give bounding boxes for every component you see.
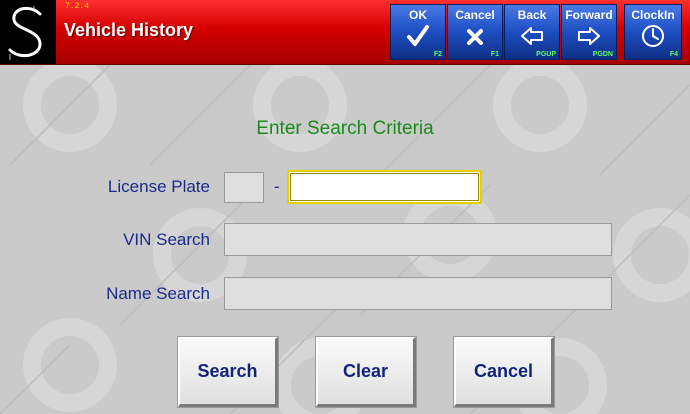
name-search-label: Name Search [106,284,210,303]
cancel-label: Cancel [455,8,495,22]
clear-button[interactable]: Clear [316,337,416,407]
x-icon [448,23,502,49]
clockin-label: ClockIn [631,8,675,22]
forward-button[interactable]: Forward PGDN [561,4,617,60]
license-plate-input[interactable] [287,170,482,204]
vin-search-label: VIN Search [123,230,210,249]
back-button[interactable]: Back PGUP [504,4,560,60]
search-panel: Enter Search Criteria License Plate - VI… [0,65,690,414]
cancel-hotkey: F1 [490,51,499,58]
name-search-input[interactable] [224,277,612,310]
cancel-button[interactable]: Cancel [454,337,554,407]
forward-hotkey: PGDN [592,51,613,58]
forward-label: Forward [565,8,613,22]
app-logo [0,0,56,64]
license-plate-state-field[interactable] [224,172,264,203]
clockin-button[interactable]: ClockIn F4 [624,4,682,60]
clock-icon [625,23,681,49]
right-arrow-icon [562,23,616,49]
license-plate-label: License Plate [107,177,210,196]
vin-search-input[interactable] [224,223,612,256]
search-button[interactable]: Search [178,337,278,407]
toolbar-cancel-button[interactable]: Cancel F1 [447,4,503,60]
left-arrow-icon [505,23,559,49]
title-bar: 7.2.4 Vehicle History OK F2 Cancel F1 Ba… [0,0,690,65]
ok-button[interactable]: OK F2 [390,4,446,60]
search-heading: Enter Search Criteria [256,118,434,139]
ok-hotkey: F2 [433,51,442,58]
check-icon [391,23,445,49]
back-hotkey: PGUP [536,51,556,58]
back-label: Back [517,8,547,22]
ok-label: OK [409,8,427,22]
clockin-hotkey: F4 [669,51,678,58]
window-title: Vehicle History [64,20,194,40]
app-version: 7.2.4 [65,2,90,11]
plate-separator: - [274,177,280,196]
